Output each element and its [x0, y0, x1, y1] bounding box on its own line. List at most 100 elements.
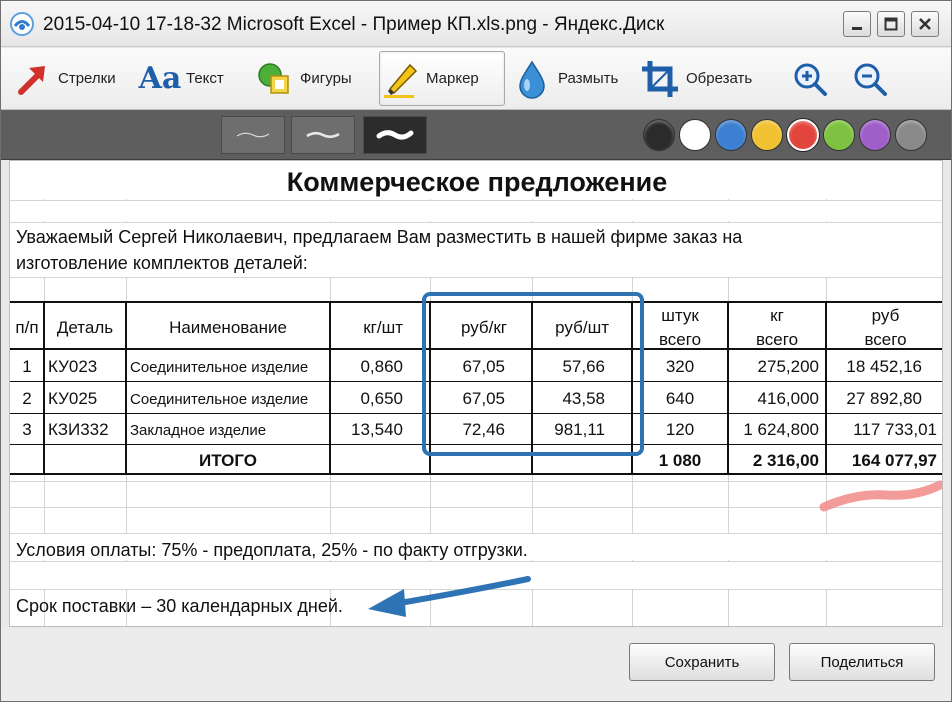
payment-terms: Условия оплаты: 75% - предоплата, 25% - … — [16, 540, 528, 560]
table-cell: 27 892,80 — [846, 389, 922, 408]
table-cell: 0,650 — [360, 389, 403, 408]
tool-arrows[interactable]: Стрелки — [11, 51, 133, 106]
minimize-button[interactable] — [843, 11, 871, 37]
intro-line-1: Уважаемый Сергей Николаевич, предлагаем … — [16, 227, 743, 247]
table-cell: КУ023 — [48, 357, 98, 376]
table-border — [825, 301, 827, 475]
total-kg: 2 316,00 — [752, 451, 819, 470]
stroke-thin-button[interactable] — [221, 116, 285, 154]
window-title: 2015-04-10 17-18-32 Microsoft Excel - Пр… — [43, 14, 665, 35]
table-cell: Соединительное изделие — [130, 359, 309, 376]
table-cell: 120 — [665, 420, 695, 439]
header-num: п/п — [15, 318, 39, 337]
stroke-thin-icon — [236, 132, 270, 138]
zoom-out-button[interactable] — [849, 51, 891, 106]
tool-label: Текст — [186, 70, 224, 87]
header-part: Деталь — [56, 318, 114, 337]
share-button[interactable]: Поделиться — [789, 643, 935, 681]
color-swatch[interactable] — [679, 119, 711, 151]
header-rub-total: всего — [864, 330, 907, 349]
table-cell: Закладное изделие — [130, 422, 267, 439]
sheet-title: Коммерческое предложение — [286, 167, 668, 197]
table-cell: 117 733,01 — [853, 420, 937, 439]
text-icon: Aa — [138, 61, 182, 96]
header-name: Наименование — [169, 318, 287, 337]
grid-line — [10, 507, 942, 508]
crop-icon — [642, 60, 678, 97]
header-rub-total: руб — [871, 306, 900, 325]
header-kg-total: кг — [770, 306, 784, 325]
stroke-thick-button[interactable] — [363, 116, 427, 154]
grid-line — [10, 481, 942, 482]
shapes-icon — [258, 62, 289, 94]
tool-text[interactable]: Aa Текст — [139, 51, 247, 106]
zoom-in-button[interactable] — [789, 51, 831, 106]
header-pcs-total: штук — [661, 306, 699, 325]
arrow-icon — [18, 65, 45, 95]
annotation-arrow[interactable] — [360, 569, 540, 625]
table-cell: Соединительное изделие — [130, 391, 309, 408]
color-swatch[interactable] — [823, 119, 855, 151]
tool-blur[interactable]: Размыть — [511, 51, 633, 106]
marker-icon — [384, 63, 418, 98]
image-canvas[interactable]: Коммерческое предложение Уважаемый Серге… — [9, 160, 943, 627]
table-cell: 275,200 — [757, 357, 819, 376]
table-cell: 18 452,16 — [846, 357, 922, 376]
tool-crop[interactable]: Обрезать — [639, 51, 773, 106]
table-cell: 416,000 — [757, 389, 819, 408]
header-pcs-total: всего — [658, 330, 702, 349]
table-cell: 2 — [22, 389, 32, 408]
color-swatch[interactable] — [715, 119, 747, 151]
bottom-bar: Сохранить Поделиться — [1, 628, 951, 701]
tool-label: Фигуры — [300, 70, 352, 87]
total-pcs: 1 080 — [658, 451, 702, 470]
table-cell: КЗИ332 — [48, 420, 109, 439]
minimize-icon — [852, 27, 862, 30]
stroke-medium-button[interactable] — [291, 116, 355, 154]
table-cell: 3 — [22, 420, 32, 439]
title-bar: 2015-04-10 17-18-32 Microsoft Excel - Пр… — [1, 1, 951, 47]
tool-label: Размыть — [558, 70, 619, 87]
zoom-in-icon — [794, 63, 827, 96]
app-window: 2015-04-10 17-18-32 Microsoft Excel - Пр… — [0, 0, 952, 702]
table-cell: 320 — [665, 357, 695, 376]
grid-line — [10, 277, 942, 278]
table-cell: 1 — [22, 357, 32, 376]
color-swatch[interactable] — [751, 119, 783, 151]
yandex-disk-icon — [10, 12, 34, 36]
table-cell: КУ025 — [48, 389, 98, 408]
table-border — [727, 301, 729, 475]
total-label: ИТОГО — [198, 451, 258, 470]
tool-label: Маркер — [426, 70, 479, 87]
maximize-button[interactable] — [877, 11, 905, 37]
close-button[interactable] — [911, 11, 939, 37]
table-cell: 640 — [665, 389, 695, 408]
intro-line-2: изготовление комплектов деталей: — [16, 253, 308, 273]
color-swatch[interactable] — [643, 119, 675, 151]
table-cell: 0,860 — [360, 357, 403, 376]
tool-marker[interactable]: Маркер — [379, 51, 505, 106]
maximize-icon — [884, 17, 898, 31]
marker-stroke[interactable] — [816, 471, 943, 516]
color-swatch[interactable] — [859, 119, 891, 151]
highlight-rectangle[interactable] — [422, 292, 644, 456]
zoom-out-icon — [854, 63, 887, 96]
marker-options-bar — [1, 110, 951, 160]
blur-drop-icon — [519, 60, 545, 99]
tool-label: Стрелки — [58, 70, 116, 87]
stroke-thick-icon — [376, 130, 414, 140]
total-rub: 164 077,97 — [851, 451, 937, 470]
header-kg-per-pc: кг/шт — [363, 318, 403, 337]
stroke-medium-icon — [306, 131, 340, 139]
save-button[interactable]: Сохранить — [629, 643, 775, 681]
delivery-terms: Срок поставки – 30 календарных дней. — [16, 596, 343, 616]
table-cell: 1 624,800 — [743, 420, 819, 439]
tool-shapes[interactable]: Фигуры — [253, 51, 373, 106]
table-border — [10, 473, 942, 475]
close-icon — [919, 18, 931, 30]
color-swatch[interactable] — [895, 119, 927, 151]
header-kg-total: всего — [755, 330, 799, 349]
tool-label: Обрезать — [686, 70, 753, 87]
color-swatch[interactable] — [787, 119, 819, 151]
toolbar: Стрелки Aa Текст Фигуры Маркер Размыть О… — [1, 48, 951, 110]
